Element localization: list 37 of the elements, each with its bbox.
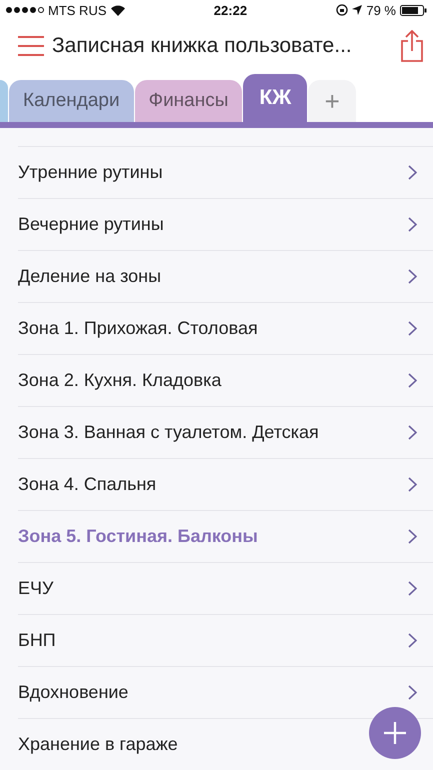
battery-icon [400,4,427,16]
tab[interactable]: КЖ [243,74,308,122]
rotation-lock-icon [336,4,348,16]
chevron-icon [408,165,417,180]
tab[interactable]: Финансы [134,80,242,122]
notebook-title: Записная книжка пользовате... [52,34,353,58]
chevron-icon [408,269,417,284]
share-icon[interactable] [401,30,423,62]
signal-icon [6,7,44,13]
wifi-icon [110,4,124,16]
chevron-icon [408,321,417,336]
list-item[interactable]: Зона 2. Кухня. Кладовка [18,355,433,407]
chevron-icon [408,477,417,492]
list-item[interactable]: БНП [18,615,433,667]
list-item[interactable]: Зона 4. Спальня [18,459,433,511]
chevron-icon [408,633,417,648]
tab[interactable]: Календари [9,80,134,122]
list-item[interactable]: Зона 5. Гостиная. Балконы [18,511,433,563]
chevron-icon [408,685,417,700]
chevron-icon [408,581,417,596]
list-item[interactable]: Вечерние рутины [18,199,433,251]
clock-time: 22:22 [214,2,248,18]
carrier-name: MTS RUS [48,2,106,18]
location-arrow-icon [352,5,362,15]
plus-icon [384,722,406,744]
list-item[interactable]: ЕЧУ [18,563,433,615]
list-item[interactable]: Деление на зоны [18,251,433,303]
chevron-icon [408,529,417,544]
list-item[interactable]: Зона 1. Прихожая. Столовая [18,303,433,355]
battery-percent: 79 % [366,2,396,18]
menu-icon[interactable] [18,35,44,57]
list-item[interactable]: Утренние рутины [18,147,433,199]
list-item[interactable]: Зона 3. Ванная с туалетом. Детская [18,407,433,459]
chevron-icon [408,373,417,388]
add-button[interactable] [369,707,421,759]
chevron-icon [408,425,417,440]
chevron-icon [408,217,417,232]
